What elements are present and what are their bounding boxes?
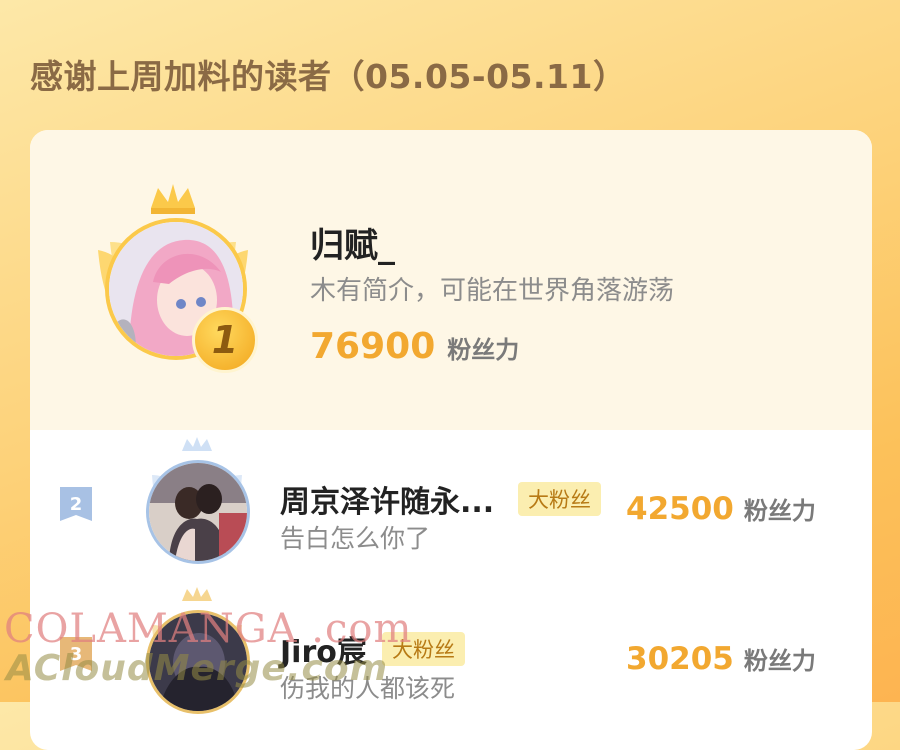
score-value: 30205 bbox=[626, 641, 734, 677]
score-label: 粉丝力 bbox=[743, 647, 816, 675]
reader-ranking-card: 1 归赋_ 木有简介，可能在世界角落游荡 76900 粉丝力 2 周京泽许随永.… bbox=[30, 130, 872, 750]
rank-number: 2 bbox=[70, 494, 83, 515]
score-value: 76900 bbox=[310, 326, 436, 367]
rank-flag-icon: 3 bbox=[60, 637, 92, 671]
reader-score: 30205 粉丝力 bbox=[626, 641, 816, 677]
list-item[interactable]: 2 周京泽许随永... 大粉丝 告白怎么你了 42500 粉丝力 bbox=[30, 435, 872, 565]
fan-level-badge: 大粉丝 bbox=[518, 482, 601, 516]
score-label: 粉丝力 bbox=[743, 497, 816, 525]
page-title: 感谢上周加料的读者（05.05-05.11） bbox=[30, 57, 627, 96]
avatar[interactable] bbox=[146, 460, 250, 564]
reader-score: 76900 粉丝力 bbox=[310, 326, 519, 367]
reader-bio: 告白怎么你了 bbox=[280, 524, 431, 553]
reader-name[interactable]: Jiro宸 bbox=[280, 627, 367, 671]
rank-number: 3 bbox=[70, 644, 83, 665]
score-value: 42500 bbox=[626, 491, 734, 527]
top-reader-section[interactable]: 1 归赋_ 木有简介，可能在世界角落游荡 76900 粉丝力 bbox=[30, 130, 872, 430]
rank-flag-icon: 2 bbox=[60, 487, 92, 521]
avatar[interactable] bbox=[146, 610, 250, 714]
reader-bio: 木有简介，可能在世界角落游荡 bbox=[310, 276, 675, 306]
reader-name[interactable]: 归赋_ bbox=[310, 218, 395, 267]
list-item[interactable]: 3 Jiro宸 大粉丝 伤我的人都该死 30205 粉丝力 bbox=[30, 585, 872, 715]
reader-score: 42500 粉丝力 bbox=[626, 491, 816, 527]
score-label: 粉丝力 bbox=[447, 336, 520, 364]
reader-bio: 伤我的人都该死 bbox=[280, 674, 456, 703]
fan-level-badge: 大粉丝 bbox=[382, 632, 465, 666]
reader-name[interactable]: 周京泽许随永... bbox=[280, 477, 494, 521]
rank-badge: 1 bbox=[192, 307, 258, 373]
